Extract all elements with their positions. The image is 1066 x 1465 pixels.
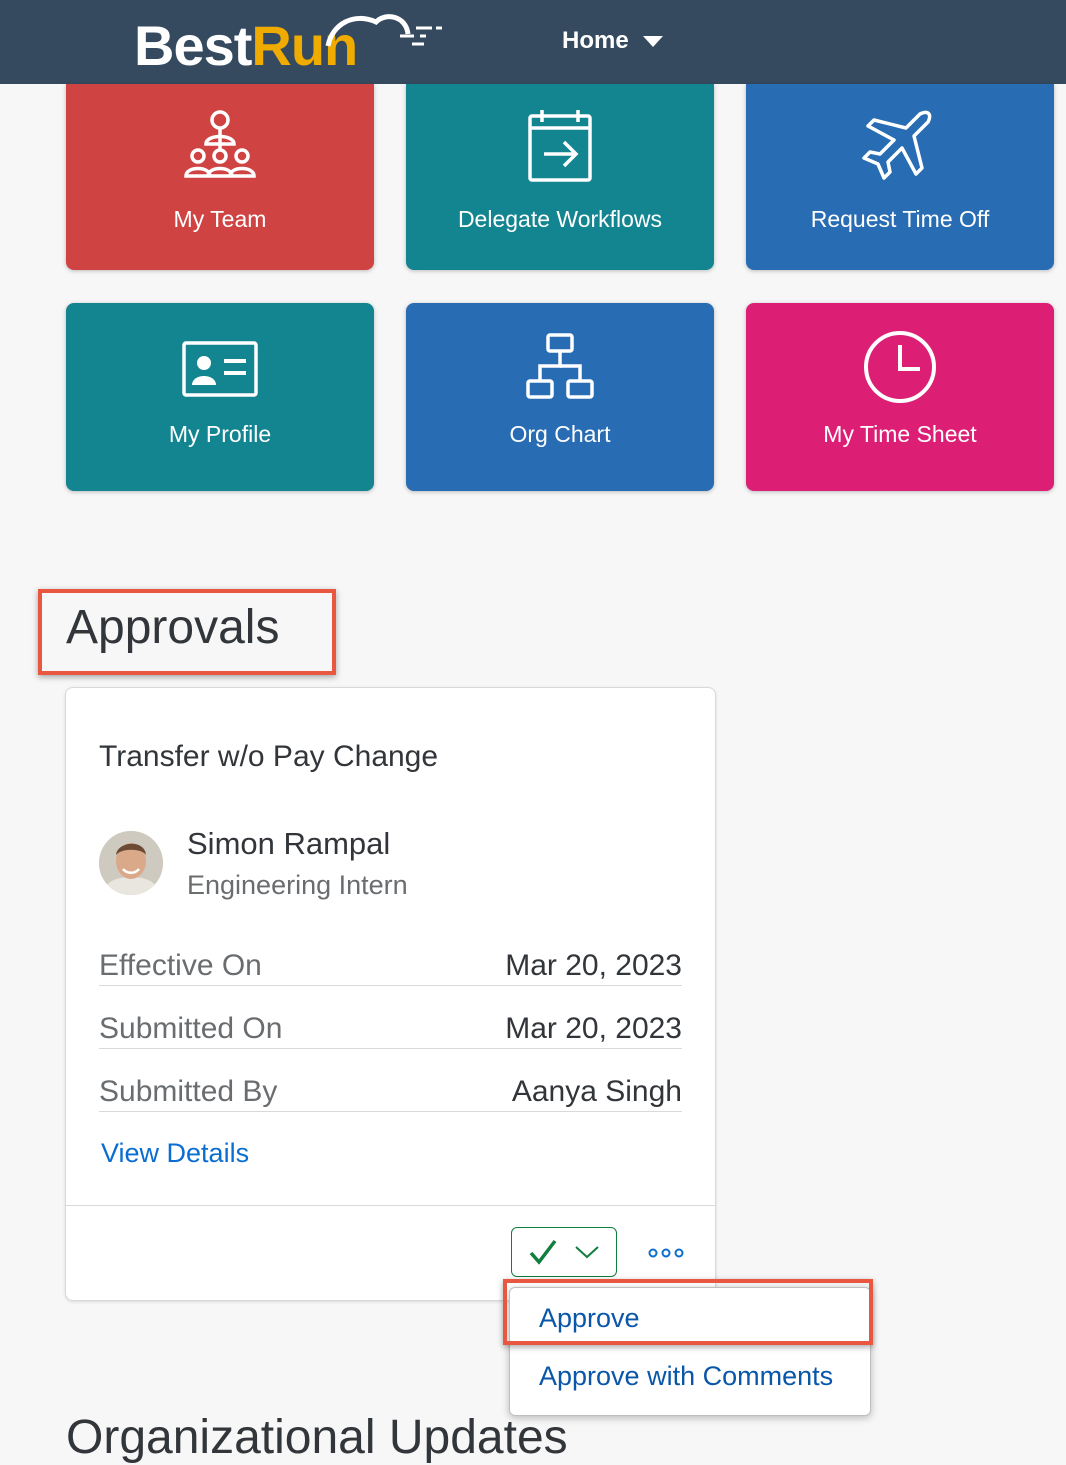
tile-my-team[interactable]: My Team: [66, 84, 374, 270]
chevron-down-icon: [575, 1246, 599, 1259]
delegate-workflows-icon: [528, 110, 592, 182]
field-effective-on: Effective On Mar 20, 2023: [99, 943, 682, 986]
tile-delegate-workflows[interactable]: Delegate Workflows: [406, 84, 714, 270]
tile-label: Org Chart: [509, 421, 611, 447]
logo-part-best: Best: [134, 14, 252, 77]
approval-card: Transfer w/o Pay Change Simon Rampal Eng…: [65, 687, 716, 1301]
menu-item-approve[interactable]: Approve: [539, 1303, 640, 1334]
bestrun-logo[interactable]: BestRun: [134, 10, 454, 76]
tile-request-time-off[interactable]: Request Time Off: [746, 84, 1054, 270]
person-name: Simon Rampal: [187, 826, 391, 861]
field-submitted-by: Submitted By Aanya Singh: [99, 1069, 682, 1112]
home-menu-button[interactable]: Home: [562, 24, 663, 58]
profile-card-icon: [182, 341, 258, 397]
tile-label: My Team: [173, 206, 267, 232]
approvals-heading: Approvals: [66, 601, 280, 654]
org-chart-icon: [526, 333, 594, 399]
approve-options-menu: Approve Approve with Comments: [509, 1287, 871, 1416]
field-value: Aanya Singh: [511, 1075, 682, 1108]
person-photo-icon: [99, 831, 163, 895]
view-details-link[interactable]: View Details: [101, 1138, 249, 1169]
approve-split-button[interactable]: [511, 1227, 617, 1277]
tile-label: Delegate Workflows: [457, 206, 663, 232]
person-role: Engineering Intern: [187, 870, 408, 900]
tile-label: Request Time Off: [810, 206, 990, 232]
checkmark-icon: [529, 1239, 557, 1265]
field-label: Effective On: [99, 949, 262, 982]
clock-icon: [864, 331, 936, 403]
tile-org-chart[interactable]: Org Chart: [406, 303, 714, 491]
card-footer-divider: [66, 1205, 715, 1206]
field-value: Mar 20, 2023: [505, 1012, 682, 1045]
tile-my-time-sheet[interactable]: My Time Sheet: [746, 303, 1054, 491]
my-team-icon: [184, 110, 256, 178]
airplane-icon: [862, 110, 932, 180]
field-label: Submitted By: [99, 1075, 278, 1108]
caret-down-icon: [642, 35, 663, 47]
more-options-icon[interactable]: [646, 1241, 686, 1265]
tile-label: My Time Sheet: [823, 421, 977, 447]
home-menu-label: Home: [562, 27, 629, 54]
tile-my-profile[interactable]: My Profile: [66, 303, 374, 491]
avatar: [99, 831, 163, 895]
menu-item-approve-with-comments[interactable]: Approve with Comments: [539, 1361, 833, 1392]
field-submitted-on: Submitted On Mar 20, 2023: [99, 1006, 682, 1049]
field-label: Submitted On: [99, 1012, 283, 1045]
tile-label: My Profile: [168, 421, 272, 447]
field-value: Mar 20, 2023: [505, 949, 682, 982]
cloud-swoosh-icon: [325, 14, 442, 47]
shell-header: BestRun Home: [0, 0, 1066, 84]
organizational-updates-heading: Organizational Updates: [66, 1411, 568, 1464]
card-title: Transfer w/o Pay Change: [99, 740, 439, 773]
